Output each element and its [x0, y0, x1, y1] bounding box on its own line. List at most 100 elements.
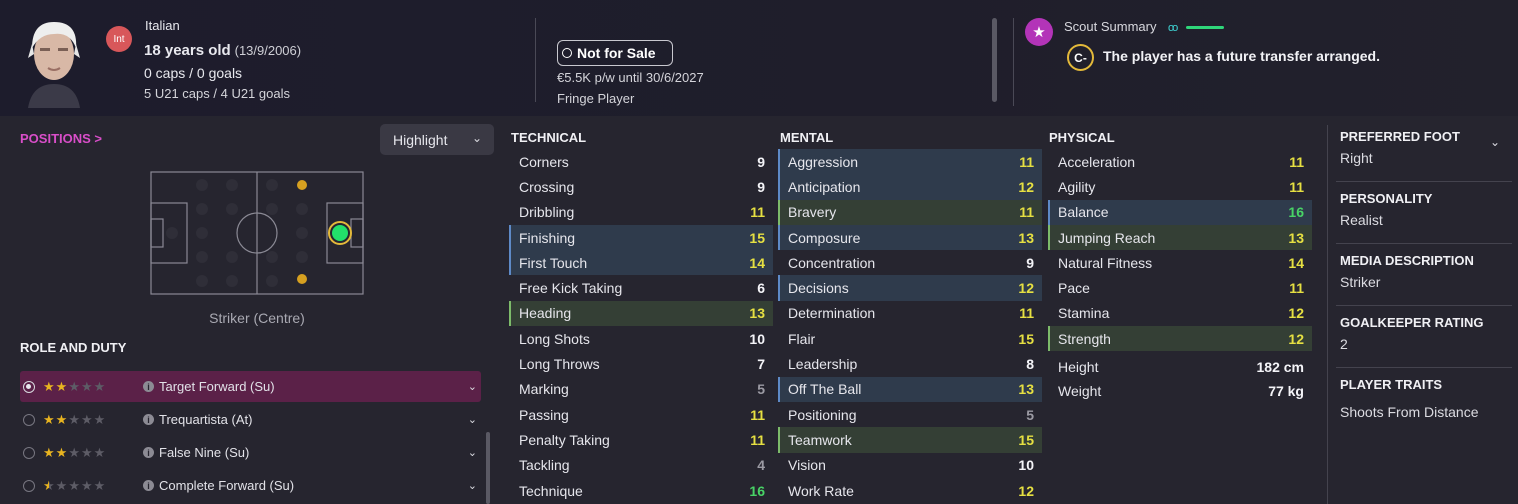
player-header: Int Italian 18 years old (13/9/2006) 0 c…	[0, 0, 1518, 116]
attribute-row[interactable]: Strength 12	[1048, 326, 1312, 352]
info-icon[interactable]: i	[143, 414, 154, 425]
date-of-birth: (13/9/2006)	[234, 43, 302, 58]
wage-contract: €5.5K p/w until 30/6/2027	[557, 70, 704, 85]
player-traits-value: Shoots From Distance	[1340, 404, 1479, 420]
info-separator	[1336, 181, 1512, 182]
technical-attributes: Corners 9 Crossing 9 Dribbling 11 Finishing 15 F…	[509, 149, 773, 503]
transfer-status-button[interactable]: Not for Sale	[557, 40, 673, 66]
attribute-name: Pace	[1058, 280, 1090, 297]
attribute-name: Technique	[519, 482, 583, 499]
attribute-row[interactable]: Acceleration 11	[1048, 149, 1312, 174]
chevron-down-icon[interactable]: ⌄	[468, 446, 477, 459]
natural-position-marker	[332, 225, 348, 241]
attribute-row[interactable]: Concentration 9	[778, 250, 1042, 275]
role-radio[interactable]	[23, 446, 35, 459]
role-name: Trequartista (At)	[159, 412, 253, 427]
age: 18 years old	[144, 42, 231, 59]
attribute-value: 11	[750, 406, 765, 423]
attribute-row[interactable]: Anticipation 12	[778, 174, 1042, 200]
attribute-row[interactable]: Passing 11	[509, 402, 773, 427]
highlight-dropdown[interactable]: Highlight ⌄	[380, 124, 494, 155]
attribute-name: Agility	[1058, 178, 1096, 195]
attribute-name: Tackling	[519, 457, 570, 474]
attribute-row[interactable]: Tackling 4	[509, 453, 773, 478]
role-row[interactable]: ★ ★ ★ ★ ★ i False Nine (Su) ⌄	[20, 437, 481, 468]
nationality: Italian	[145, 18, 180, 33]
roles-scrollbar[interactable]	[486, 432, 490, 504]
role-radio[interactable]	[23, 380, 35, 393]
attribute-row[interactable]: Decisions 12	[778, 275, 1042, 301]
info-separator	[1336, 305, 1512, 306]
preferred-foot-label: PREFERRED FOOT	[1340, 129, 1460, 144]
info-icon[interactable]: i	[143, 447, 154, 458]
attribute-row[interactable]: Crossing 9	[509, 174, 773, 199]
attribute-name: Leadership	[788, 356, 858, 373]
attribute-value: 15	[1018, 431, 1034, 448]
attribute-row[interactable]: Penalty Taking 11	[509, 427, 773, 452]
role-row[interactable]: ★ ★ ★ ★ ★ i Trequartista (At) ⌄	[20, 404, 481, 435]
chevron-down-icon[interactable]: ⌄	[468, 479, 477, 492]
preferred-foot-block: PREFERRED FOOT Right	[1340, 129, 1512, 166]
role-name: Target Forward (Su)	[159, 379, 275, 394]
attribute-name: Stamina	[1058, 305, 1110, 322]
attribute-row[interactable]: Balance 16	[1048, 199, 1312, 225]
physical-attribute-list: Acceleration 11 Agility 11 Balance 16 Jumping …	[1048, 149, 1312, 352]
position-pitch	[150, 171, 364, 295]
info-icon[interactable]: i	[143, 480, 154, 491]
attribute-row[interactable]: Agility 11	[1048, 174, 1312, 199]
mental-title: MENTAL	[780, 130, 834, 145]
role-row[interactable]: ★ ★ ★ ★ ★ i Complete Forward (Su) ⌄	[20, 470, 481, 501]
attribute-row[interactable]: Pace 11	[1048, 275, 1312, 300]
attribute-row[interactable]: Work Rate 12	[778, 478, 1042, 503]
attribute-row[interactable]: Off The Ball 13	[778, 376, 1042, 402]
scout-grade-badge: C-	[1067, 44, 1094, 71]
attribute-value: 9	[757, 153, 765, 170]
chevron-down-icon[interactable]: ⌄	[1490, 135, 1500, 149]
attribute-name: Dribbling	[519, 204, 575, 221]
attribute-name: Vision	[788, 457, 826, 474]
role-radio[interactable]	[23, 413, 35, 426]
role-radio[interactable]	[23, 479, 35, 492]
chevron-down-icon[interactable]: ⌄	[468, 413, 477, 426]
attribute-row[interactable]: Jumping Reach 13	[1048, 224, 1312, 251]
attribute-row[interactable]: Finishing 15	[509, 224, 773, 251]
attribute-row[interactable]: Composure 13	[778, 224, 1042, 251]
technical-title: TECHNICAL	[511, 130, 587, 145]
attribute-row[interactable]: Marking 5	[509, 377, 773, 402]
attribute-row[interactable]: Positioning 5	[778, 402, 1042, 427]
personality-value: Realist	[1340, 212, 1383, 228]
attribute-name: Decisions	[788, 280, 849, 297]
attribute-row[interactable]: Stamina 12	[1048, 301, 1312, 326]
attribute-row[interactable]: Free Kick Taking 6	[509, 275, 773, 300]
attribute-row[interactable]: Aggression 11	[778, 149, 1042, 175]
role-stars: ★ ★ ★ ★ ★	[43, 444, 106, 460]
info-icon[interactable]: i	[143, 381, 154, 392]
goalkeeper-rating-block: GOALKEEPER RATING 2	[1340, 315, 1512, 352]
attribute-value: 13	[1288, 229, 1304, 246]
attribute-row[interactable]: Teamwork 15	[778, 427, 1042, 453]
attribute-row[interactable]: Bravery 11	[778, 199, 1042, 225]
attribute-row[interactable]: Natural Fitness 14	[1048, 250, 1312, 275]
weight-row: Weight 77 kg	[1048, 379, 1312, 403]
attribute-row[interactable]: Vision 10	[778, 453, 1042, 478]
attribute-row[interactable]: First Touch 14	[509, 250, 773, 276]
attribute-row[interactable]: Dribbling 11	[509, 200, 773, 225]
attribute-row[interactable]: Long Shots 10	[509, 326, 773, 351]
attribute-row[interactable]: Corners 9	[509, 149, 773, 174]
attribute-value: 5	[1026, 406, 1034, 423]
attribute-value: 11	[1289, 178, 1304, 195]
attribute-value: 13	[1018, 381, 1034, 398]
role-row[interactable]: ★ ★ ★ ★ ★ i Target Forward (Su) ⌄	[20, 371, 481, 402]
attribute-row[interactable]: Leadership 8	[778, 351, 1042, 376]
attribute-row[interactable]: Long Throws 7	[509, 351, 773, 376]
positions-link[interactable]: POSITIONS >	[20, 131, 102, 146]
attribute-row[interactable]: Determination 11	[778, 301, 1042, 326]
attribute-name: Aggression	[788, 153, 859, 170]
attribute-row[interactable]: Technique 16	[509, 478, 773, 503]
height-row: Height 182 cm	[1048, 355, 1312, 379]
attribute-name: Composure	[788, 229, 861, 246]
header-scrollbar[interactable]	[992, 18, 997, 102]
attribute-row[interactable]: Heading 13	[509, 300, 773, 327]
chevron-down-icon[interactable]: ⌄	[468, 380, 477, 393]
attribute-row[interactable]: Flair 15	[778, 326, 1042, 351]
